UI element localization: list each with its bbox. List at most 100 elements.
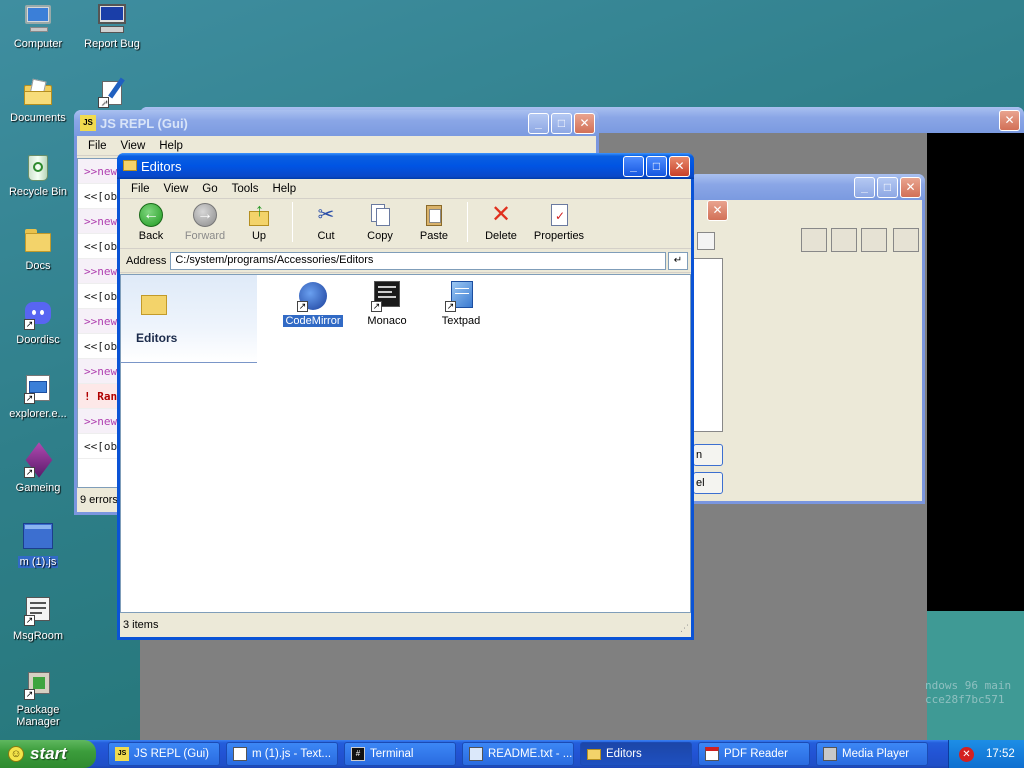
package-manager-icon: ↗ <box>22 669 54 701</box>
address-bar: Address C:/system/programs/Accessories/E… <box>120 249 691 273</box>
close-button[interactable]: ✕ <box>669 156 690 177</box>
clipboard-icon <box>421 202 447 228</box>
error-notification-icon[interactable]: ✕ <box>959 746 974 762</box>
menu-view[interactable]: View <box>157 183 196 195</box>
build-watermark: ndows 96 main cce28f7bc571 <box>925 679 1012 706</box>
dialog-list[interactable] <box>693 258 723 432</box>
maximize-button[interactable]: □ <box>877 177 898 198</box>
clock[interactable]: 17:52 <box>986 748 1015 760</box>
desktop-icon-label: Doordisc <box>16 334 60 346</box>
desktop-icon-msgroom[interactable]: ↗ MsgRoom <box>0 595 76 642</box>
back-button[interactable]: ← Back <box>124 202 178 242</box>
desktop-icon-docs[interactable]: Docs <box>0 225 76 272</box>
repl-output[interactable]: >>new <<[obje >>new <<[obje >>new <<[obj… <box>77 158 122 488</box>
toolbar-separator <box>292 202 293 242</box>
paste-button[interactable]: Paste <box>407 202 461 242</box>
desktop-icon-m1js[interactable]: m (1).js <box>0 521 76 568</box>
taskbar-item-terminal[interactable]: # Terminal <box>344 742 456 766</box>
folder-icon[interactable] <box>831 228 857 252</box>
resize-grip-icon[interactable]: ⋰ <box>680 623 690 633</box>
desktop-icon-gameing[interactable]: ↗ Gameing <box>0 442 76 494</box>
desktop-icon-documents[interactable]: Documents <box>0 77 76 124</box>
menu-file[interactable]: File <box>124 183 157 195</box>
desktop-visible-region <box>927 611 1024 740</box>
repl-line: >>new <box>78 359 121 384</box>
repl-line: <<[obje <box>78 234 121 259</box>
go-icon[interactable]: ↵ <box>668 251 688 270</box>
taskbar-item-pdf-reader[interactable]: PDF Reader <box>698 742 810 766</box>
address-label: Address <box>126 254 167 267</box>
close-button[interactable]: ✕ <box>900 177 921 198</box>
background-dialog-titlebar[interactable]: _ □ ✕ <box>690 174 925 200</box>
menu-go[interactable]: Go <box>195 183 224 195</box>
system-tray: ✕ 17:52 <box>948 740 1024 768</box>
js-repl-titlebar[interactable]: JS JS REPL (Gui) _ □ ✕ <box>74 110 599 136</box>
repl-line: >>new <box>78 159 121 184</box>
explorer-titlebar[interactable]: Editors _ □ ✕ <box>117 153 694 179</box>
start-button[interactable]: ☺ start <box>0 740 96 768</box>
desktop-icon-package-manager[interactable]: ↗ Package Manager <box>0 669 76 728</box>
explorer-icon: ↗ <box>22 373 54 405</box>
file-item-monaco[interactable]: ↗ Monaco <box>355 280 419 327</box>
close-button[interactable]: ✕ <box>574 113 595 134</box>
disk-icon[interactable] <box>861 228 887 252</box>
menu-help[interactable]: Help <box>152 140 190 152</box>
sidebar-folder-title: Editors <box>136 331 178 345</box>
properties-button[interactable]: ✓ Properties <box>528 202 590 242</box>
menu-help[interactable]: Help <box>265 183 303 195</box>
folder-new-icon[interactable] <box>697 232 715 250</box>
minimize-button[interactable]: _ <box>623 156 644 177</box>
comment-icon[interactable] <box>801 228 827 252</box>
delete-x-icon: ✕ <box>490 201 512 228</box>
copy-button[interactable]: Copy <box>353 202 407 242</box>
window-title: Editors <box>141 158 182 174</box>
taskbar-item-js-repl[interactable]: JS JS REPL (Gui) <box>108 742 220 766</box>
js-icon: JS <box>115 747 129 761</box>
codemirror-icon: ↗ <box>297 280 329 312</box>
editors-explorer-window[interactable]: Editors _ □ ✕ File View Go Tools Help ← … <box>117 153 694 640</box>
repl-line: >>new <box>78 309 121 334</box>
settings-icon[interactable] <box>893 228 919 252</box>
background-dialog[interactable]: _ □ ✕ ✕ n el <box>690 174 925 504</box>
terminal-pane <box>927 133 1024 611</box>
address-input[interactable]: C:/system/programs/Accessories/Editors <box>170 251 666 270</box>
minimize-button[interactable]: _ <box>528 113 549 134</box>
close-button[interactable]: ✕ <box>999 110 1020 131</box>
explorer-toolbar: ← Back → Forward ↑ Up ✂ Cut Copy Paste ✕… <box>120 199 691 249</box>
doordisc-icon: ↗ <box>22 299 54 331</box>
taskbar-item-m1js[interactable]: m (1).js - Text... <box>226 742 338 766</box>
desktop-icon-report-bug[interactable]: Report Bug <box>74 3 150 50</box>
taskbar-item-media-player[interactable]: Media Player <box>816 742 928 766</box>
recycle-bin-icon <box>22 151 54 183</box>
inner-close-button[interactable]: ✕ <box>707 200 728 221</box>
desktop-icon-computer[interactable]: Computer <box>0 3 76 50</box>
up-button[interactable]: ↑ Up <box>232 201 286 242</box>
maximize-button[interactable]: □ <box>646 156 667 177</box>
taskbar-item-readme[interactable]: README.txt - ... <box>462 742 574 766</box>
properties-icon: ✓ <box>546 202 572 228</box>
minimize-button[interactable]: _ <box>854 177 875 198</box>
desktop-icon-recycle-bin[interactable]: Recycle Bin <box>0 151 76 198</box>
file-item-textpad[interactable]: ↗ Textpad <box>429 280 493 327</box>
maximize-button[interactable]: □ <box>551 113 572 134</box>
dialog-primary-button[interactable]: n <box>693 444 723 466</box>
repl-status: 9 errors <box>80 494 118 506</box>
repl-error-line: ! Ran <box>78 384 121 409</box>
file-item-codemirror[interactable]: ↗ CodeMirror <box>281 280 345 328</box>
js-icon: JS <box>80 115 96 131</box>
menu-file[interactable]: File <box>81 140 114 152</box>
explorer-menubar: File View Go Tools Help <box>120 179 691 199</box>
documents-folder-icon <box>22 77 54 109</box>
dialog-cancel-button[interactable]: el <box>693 472 723 494</box>
menu-tools[interactable]: Tools <box>225 183 266 195</box>
forward-button[interactable]: → Forward <box>178 202 232 242</box>
delete-button[interactable]: ✕ Delete <box>474 201 528 243</box>
taskbar-item-editors[interactable]: Editors <box>580 742 692 766</box>
desktop-icon-unnamed[interactable]: ↗ <box>74 77 150 112</box>
desktop-icon-explorer[interactable]: ↗ explorer.e... <box>0 373 76 420</box>
report-bug-icon <box>96 3 128 35</box>
desktop-icon-doordisc[interactable]: ↗ Doordisc <box>0 299 76 346</box>
file-view[interactable]: Editors ↗ CodeMirror ↗ Monaco ↗ Textpad <box>120 274 691 613</box>
menu-view[interactable]: View <box>114 140 153 152</box>
cut-button[interactable]: ✂ Cut <box>299 202 353 242</box>
